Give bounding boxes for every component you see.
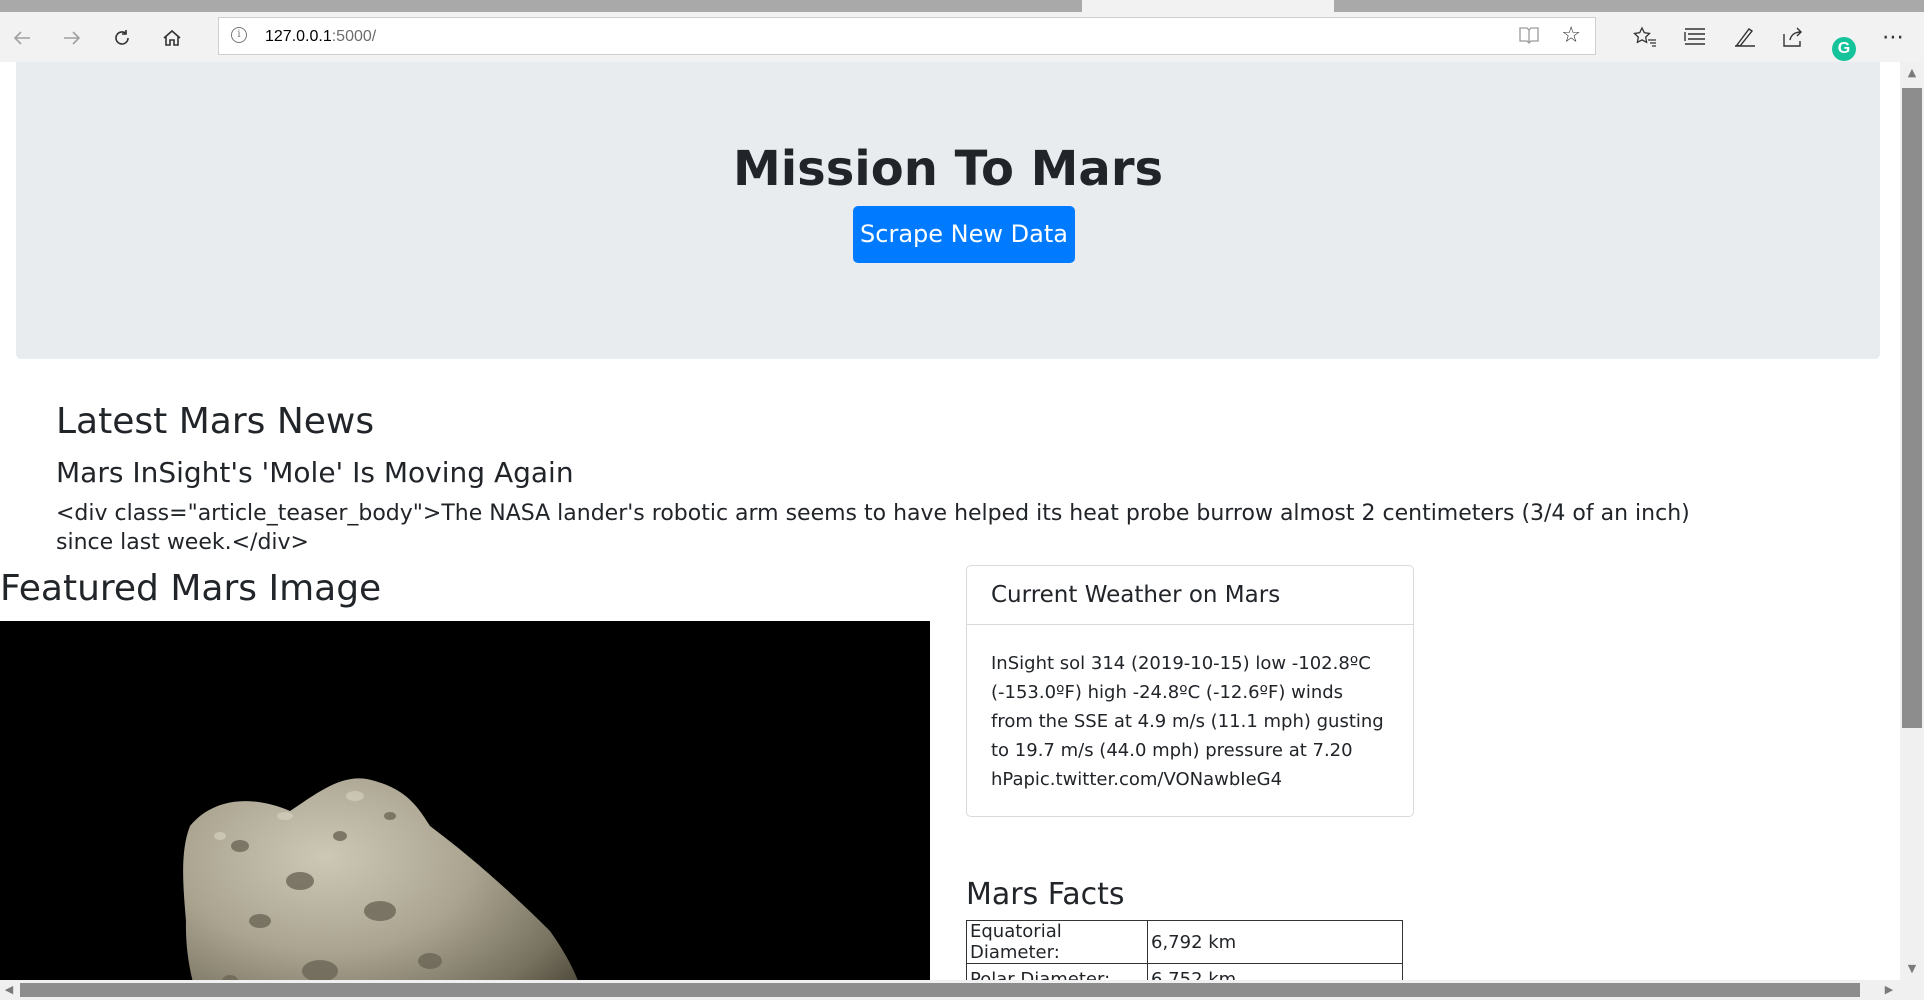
horizontal-scrollbar[interactable]: ◀ ▶ [0, 980, 1900, 1000]
scroll-up-icon[interactable]: ▲ [1900, 64, 1924, 82]
fact-label: Polar Diameter: [966, 963, 1148, 980]
scroll-right-icon[interactable]: ▶ [1880, 980, 1898, 1000]
scroll-left-icon[interactable]: ◀ [0, 980, 18, 1000]
home-icon[interactable] [158, 24, 186, 52]
browser-toolbar: i 127.0.0.1:5000/ ☆ G ⋯ [0, 12, 1924, 63]
facts-table: Equatorial Diameter: 6,792 km Polar Diam… [966, 920, 1403, 980]
browser-tab[interactable] [330, 0, 581, 12]
reading-view-icon[interactable] [1519, 26, 1539, 49]
table-row: Equatorial Diameter: 6,792 km [966, 920, 1403, 964]
scrape-new-data-button[interactable]: Scrape New Data [853, 206, 1075, 263]
facts-heading: Mars Facts [966, 877, 1125, 912]
browser-tab[interactable] [832, 0, 1083, 12]
pen-icon[interactable] [1730, 22, 1760, 52]
featured-image [0, 621, 930, 980]
asteroid-image [0, 621, 930, 980]
weather-heading: Current Weather on Mars [967, 566, 1413, 625]
vertical-scrollbar[interactable]: ▲ ▼ [1900, 62, 1924, 980]
vertical-scroll-thumb[interactable] [1902, 88, 1922, 728]
scroll-down-icon[interactable]: ▼ [1900, 960, 1924, 978]
tab-strip [0, 0, 1924, 12]
browser-tab-active[interactable] [1082, 0, 1335, 12]
page-title: Mission To Mars [732, 141, 1164, 197]
scrollbar-corner [1900, 980, 1924, 1000]
fact-label: Equatorial Diameter: [966, 920, 1148, 964]
fact-value: 6,792 km [1147, 920, 1403, 964]
browser-tab[interactable] [580, 0, 833, 12]
address-bar[interactable]: i 127.0.0.1:5000/ ☆ [218, 17, 1596, 55]
info-icon[interactable]: i [231, 27, 247, 43]
news-title: Mars InSight's 'Mole' Is Moving Again [56, 456, 574, 489]
browser-tab[interactable] [1334, 0, 1924, 12]
favorite-star-icon[interactable]: ☆ [1561, 23, 1581, 48]
horizontal-scroll-thumb[interactable] [20, 983, 1860, 997]
weather-text: InSight sol 314 (2019-10-15) low -102.8º… [991, 653, 1384, 790]
grammarly-icon[interactable]: G [1832, 37, 1856, 61]
url-text[interactable]: 127.0.0.1:5000/ [265, 28, 376, 46]
more-icon[interactable]: ⋯ [1878, 22, 1908, 52]
page-viewport: Mission To Mars Scrape New Data Latest M… [0, 62, 1900, 980]
forward-icon[interactable] [58, 24, 86, 52]
weather-card: Current Weather on Mars InSight sol 314 … [966, 565, 1414, 817]
fact-value: 6,752 km [1147, 963, 1403, 980]
share-icon[interactable] [1778, 22, 1808, 52]
table-row: Polar Diameter: 6,752 km [966, 963, 1403, 980]
featured-image-heading: Featured Mars Image [0, 568, 382, 609]
refresh-icon[interactable] [108, 24, 136, 52]
news-paragraph: <div class="article_teaser_body">The NAS… [56, 501, 1690, 555]
jumbotron: Mission To Mars Scrape New Data [16, 62, 1880, 359]
url-path: :5000/ [331, 28, 377, 45]
browser-tab[interactable] [80, 0, 331, 12]
news-heading: Latest Mars News [56, 401, 375, 442]
browser-tab[interactable] [0, 0, 81, 12]
url-host: 127.0.0.1 [265, 28, 332, 45]
reading-list-icon[interactable] [1680, 22, 1710, 52]
favorites-icon[interactable] [1630, 22, 1660, 52]
back-icon[interactable] [8, 24, 36, 52]
